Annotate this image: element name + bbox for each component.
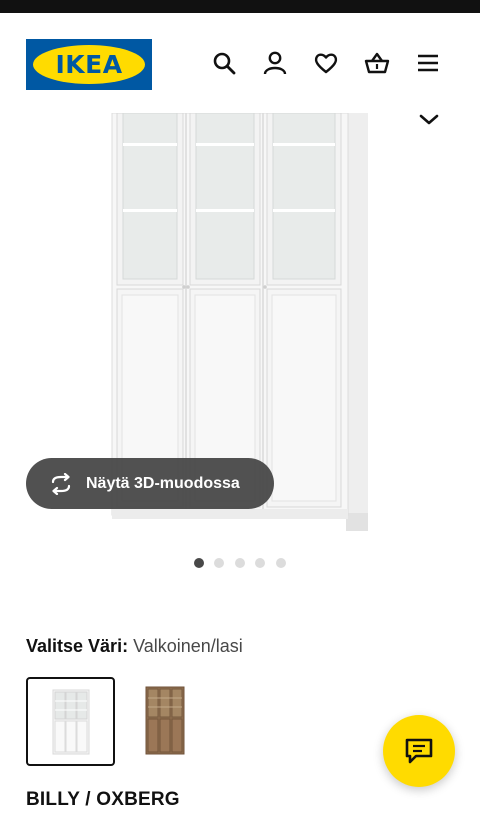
site-header: IKEA (0, 13, 480, 113)
view-3d-button[interactable]: Näytä 3D-muodossa (26, 458, 274, 509)
pagination-dot[interactable] (214, 558, 224, 568)
color-option-walnut-glass[interactable] (120, 677, 209, 766)
product-name: BILLY / OXBERG (26, 789, 180, 810)
search-icon[interactable] (211, 50, 237, 76)
pagination-dot[interactable] (235, 558, 245, 568)
color-option-white-glass[interactable] (26, 677, 115, 766)
pagination-dot[interactable] (255, 558, 265, 568)
view-3d-label: Näytä 3D-muodossa (86, 474, 240, 492)
chat-button[interactable] (383, 715, 455, 787)
logo-text: IKEA (55, 50, 123, 79)
rotate-3d-icon (51, 472, 71, 495)
heart-icon[interactable] (313, 50, 339, 76)
menu-icon[interactable] (415, 50, 441, 76)
ikea-logo[interactable]: IKEA (26, 39, 152, 90)
gallery-pagination (0, 558, 480, 568)
pagination-dot[interactable] (194, 558, 204, 568)
color-value: Valkoinen/lasi (133, 636, 243, 656)
chat-icon (405, 738, 433, 764)
chevron-down-icon[interactable] (416, 113, 442, 127)
white-bookcase-thumbnail (52, 689, 90, 755)
user-icon[interactable] (262, 50, 288, 76)
status-bar (0, 0, 480, 13)
basket-icon[interactable] (364, 50, 390, 76)
color-label: Valitse Väri: (26, 636, 129, 656)
walnut-bookcase-thumbnail (145, 686, 185, 755)
color-selection: Valitse Väri: Valkoinen/lasi (26, 636, 243, 657)
pagination-dot[interactable] (276, 558, 286, 568)
